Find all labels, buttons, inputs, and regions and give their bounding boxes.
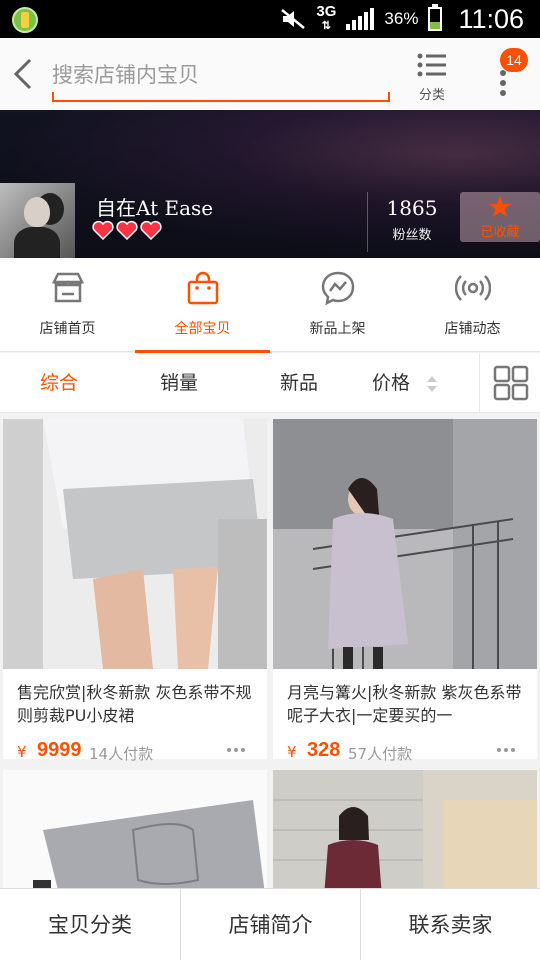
heart-icon [116,220,138,240]
product-title[interactable]: 售完欣赏|秋冬新款 灰色系带不规则剪裁PU小皮裙 [17,681,257,727]
shop-nav-tabs: 店铺首页 全部宝贝 新品上架 店铺动态 [0,258,540,353]
store-icon [51,272,85,303]
item-categories-button[interactable]: 宝贝分类 [0,889,180,960]
divider [367,192,368,252]
shop-intro-button[interactable]: 店铺简介 [180,889,360,960]
signal-icon [346,8,375,30]
sort-overall[interactable]: 综合 [40,353,78,413]
status-bar: 3G ⇅ 36% 11:06 [0,0,540,38]
grid-view-toggle[interactable] [479,353,540,413]
tab-label: 全部宝贝 [174,321,231,337]
product-price: 9999 [37,739,82,761]
category-button[interactable]: 分类 [410,48,454,104]
favorite-button[interactable]: 已收藏 [460,192,540,242]
sort-sales[interactable]: 销量 [160,353,198,413]
product-photo[interactable] [273,419,537,669]
list-icon [417,53,446,77]
favorite-label: 已收藏 [480,225,520,240]
battery-percent: 36% [384,9,419,28]
product-photo[interactable] [3,770,267,888]
tab-all-items[interactable]: 全部宝贝 [135,258,270,353]
heart-icon [140,220,162,240]
tab-shop-home[interactable]: 店铺首页 [0,258,135,352]
shop-avatar[interactable] [0,183,75,258]
shop-name: 自在At Ease [96,196,214,220]
price-symbol: ¥ [287,743,297,761]
product-title[interactable]: 月亮与篝火|秋冬新款 紫灰色系带呢子大衣|一定要买的一 [287,681,527,727]
heart-icon [92,220,114,240]
mute-icon [281,9,306,29]
product-card[interactable]: 月亮与篝火|秋冬新款 紫灰色系带呢子大衣|一定要买的一 ¥ 328 57人付款 [273,419,537,763]
network-3g-icon: 3G ⇅ [316,3,337,32]
star-icon [489,196,511,217]
product-card[interactable] [3,770,267,888]
shop-page: 3G⇅ 36% 11:06 分类 [0,0,540,960]
tab-shop-updates[interactable]: 店铺动态 [405,258,540,352]
tab-label: 店铺动态 [444,321,501,337]
back-arrow-icon[interactable] [10,56,40,92]
more-options-icon[interactable] [495,745,519,755]
search-underline [52,92,390,102]
category-label: 分类 [418,88,445,103]
price-symbol: ¥ [17,743,27,761]
product-card[interactable] [273,770,537,888]
search-header: 分类 [0,38,540,110]
sold-count: 57人付款 [348,745,413,763]
contact-seller-button[interactable]: 联系卖家 [360,889,540,960]
search-box[interactable] [52,52,390,102]
grid-view-icon [493,365,529,401]
product-photo[interactable] [3,419,267,669]
product-photo[interactable] [273,770,537,888]
clock: 11:06 [458,3,524,34]
new-arrivals-icon [321,271,355,306]
sort-price[interactable]: 价格 [372,353,410,413]
product-grid: 售完欣赏|秋冬新款 灰色系带不规则剪裁PU小皮裙 ¥ 9999 14人付款 月亮… [0,413,540,888]
sort-bar: 综合 销量 新品 价格 [0,353,540,413]
shopping-bag-icon [187,271,219,305]
bottom-action-bar: 宝贝分类 店铺简介 联系卖家 [0,888,540,960]
app-notification-icon [12,7,38,33]
more-options-icon[interactable] [225,745,249,755]
message-badge: 14 [500,48,528,72]
shop-rating [92,220,162,240]
search-input[interactable] [52,58,382,92]
fans-count: 1865 [386,196,438,220]
tab-new-arrivals[interactable]: 新品上架 [270,258,405,352]
sort-arrows-icon [427,376,437,392]
shop-banner: 自在At Ease 1865 粉丝数 [0,110,540,258]
battery-icon [428,4,443,31]
sold-count: 14人付款 [89,745,154,763]
fans-label: 粉丝数 [392,228,432,243]
broadcast-icon [455,275,491,301]
product-card[interactable]: 售完欣赏|秋冬新款 灰色系带不规则剪裁PU小皮裙 ¥ 9999 14人付款 [3,419,267,763]
sort-new[interactable]: 新品 [280,353,318,413]
tab-label: 新品上架 [309,321,366,337]
product-price: 328 [307,739,341,761]
tab-label: 店铺首页 [39,321,96,337]
